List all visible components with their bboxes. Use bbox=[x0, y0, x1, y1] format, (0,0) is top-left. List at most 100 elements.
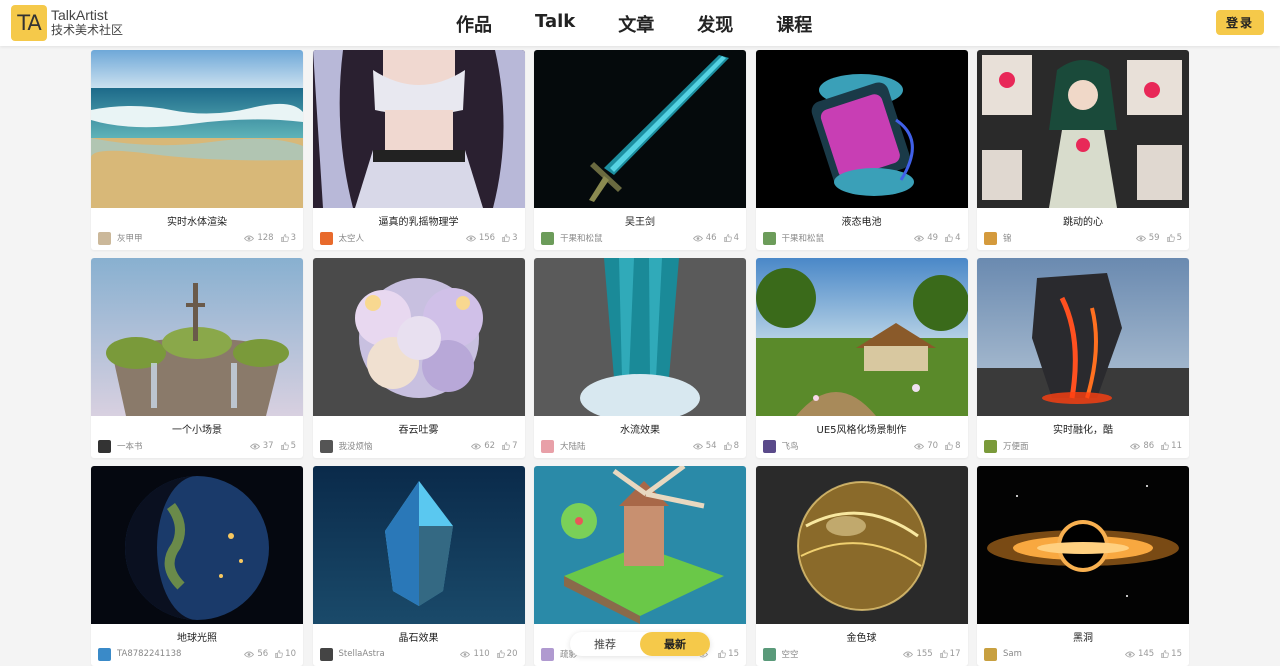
author-avatar[interactable] bbox=[541, 439, 554, 453]
work-thumbnail[interactable] bbox=[755, 466, 968, 624]
author-avatar[interactable] bbox=[762, 231, 776, 245]
work-card[interactable]: 吴王剑 干果和松鼠 46 4 bbox=[534, 50, 746, 250]
work-card[interactable]: 黑洞 Sam 145 15 bbox=[977, 466, 1189, 666]
works-grid: 实时水体渲染 灰甲甲 128 3 逼真的乳摇物理学 太空人 156 3 吴王剑 干果和松鼠 46 4 液… bbox=[91, 50, 1189, 666]
work-title[interactable]: 跳动的心 bbox=[977, 217, 1189, 229]
work-thumbnail[interactable] bbox=[312, 50, 525, 208]
work-card[interactable]: 实时融化，酷 万便面 86 11 bbox=[977, 258, 1189, 458]
view-count-icon bbox=[460, 651, 471, 657]
author-avatar[interactable] bbox=[319, 231, 333, 245]
like-count: 5 bbox=[290, 441, 296, 451]
author-avatar[interactable] bbox=[98, 231, 111, 245]
author-name[interactable]: 万便面 bbox=[1003, 440, 1130, 452]
work-thumbnail[interactable] bbox=[977, 50, 1189, 208]
work-title[interactable]: 金色球 bbox=[756, 633, 968, 645]
work-card[interactable]: 逼真的乳摇物理学太空人 156 3 bbox=[312, 50, 525, 250]
author-avatar[interactable] bbox=[98, 647, 111, 661]
work-title[interactable]: 一个小场景 bbox=[91, 425, 303, 437]
view-count-icon bbox=[1124, 651, 1135, 657]
work-title[interactable]: 水流效果 bbox=[534, 425, 746, 437]
author-avatar[interactable] bbox=[319, 439, 333, 453]
author-name[interactable]: 太空人 bbox=[339, 232, 466, 244]
author-name[interactable]: 飞鸟 bbox=[782, 440, 915, 452]
thumbs-up-icon bbox=[945, 234, 953, 242]
work-thumbnail[interactable] bbox=[977, 258, 1189, 416]
author-name[interactable]: 灰甲甲 bbox=[117, 232, 244, 244]
work-title[interactable]: UE5风格化场景制作 bbox=[756, 425, 968, 437]
logo-subtitle: 技术美术社区 bbox=[51, 23, 124, 37]
work-card[interactable]: 实时水体渲染 灰甲甲 128 3 bbox=[91, 50, 303, 250]
author-name[interactable]: 干果和松鼠 bbox=[560, 232, 693, 244]
author-avatar[interactable] bbox=[762, 439, 776, 453]
work-card[interactable]: 地球光照 TA8782241138 56 10 bbox=[91, 466, 303, 666]
work-thumbnail[interactable] bbox=[312, 466, 525, 624]
work-card[interactable]: 跳动的心锦 59 5 bbox=[977, 50, 1189, 250]
work-thumbnail[interactable] bbox=[755, 50, 968, 208]
nav-works[interactable]: 作品 bbox=[456, 11, 492, 37]
work-title[interactable]: 黑洞 bbox=[977, 633, 1189, 645]
author-avatar[interactable] bbox=[319, 647, 333, 661]
nav-courses[interactable]: 课程 bbox=[776, 11, 812, 37]
author-name[interactable]: 我没烦恼 bbox=[339, 440, 472, 452]
author-name[interactable]: Sam bbox=[1003, 649, 1125, 659]
work-card[interactable]: 金色球 空空 155 17 bbox=[755, 466, 968, 666]
nav-articles[interactable]: 文章 bbox=[618, 11, 654, 37]
work-card[interactable]: 液态电池 干果和松鼠 49 4 bbox=[755, 50, 968, 250]
work-thumbnail[interactable] bbox=[91, 258, 303, 416]
work-title[interactable]: 晶石效果 bbox=[313, 633, 525, 645]
work-card[interactable]: 晶石效果 StellaAstra 110 20 bbox=[312, 466, 525, 666]
author-name[interactable]: 锦 bbox=[1003, 232, 1136, 244]
work-thumbnail[interactable] bbox=[977, 466, 1189, 624]
author-avatar[interactable] bbox=[762, 647, 776, 661]
author-avatar[interactable] bbox=[984, 439, 997, 453]
like-count: 8 bbox=[733, 441, 739, 451]
author-avatar[interactable] bbox=[541, 647, 554, 661]
site-logo[interactable]: TA TalkArtist 技术美术社区 bbox=[11, 5, 123, 41]
work-title[interactable]: 逼真的乳摇物理学 bbox=[313, 217, 525, 229]
work-title[interactable]: 吴王剑 bbox=[534, 217, 746, 229]
login-button[interactable]: 登录 bbox=[1216, 10, 1264, 35]
author-avatar[interactable] bbox=[984, 231, 997, 245]
nav-discover[interactable]: 发现 bbox=[697, 11, 733, 37]
work-thumbnail[interactable] bbox=[91, 50, 303, 208]
thumbs-up-icon bbox=[718, 650, 726, 658]
author-name[interactable]: 大陆陆 bbox=[560, 440, 693, 452]
work-card[interactable]: 水流效果 大陆陆 54 8 bbox=[534, 258, 746, 458]
work-title[interactable]: 液态电池 bbox=[756, 217, 968, 229]
toggle-recommended[interactable]: 推荐 bbox=[570, 632, 640, 656]
view-count: 128 bbox=[257, 233, 274, 243]
work-meta: 灰甲甲 128 3 bbox=[91, 231, 303, 245]
work-thumbnail[interactable] bbox=[534, 50, 746, 208]
author-name[interactable]: TA8782241138 bbox=[117, 649, 244, 659]
view-count-icon bbox=[914, 443, 925, 449]
work-title[interactable]: 实时融化，酷 bbox=[977, 425, 1189, 437]
work-title[interactable]: 地球光照 bbox=[91, 633, 303, 645]
author-avatar[interactable] bbox=[541, 231, 554, 245]
work-title[interactable]: 吞云吐雾 bbox=[313, 425, 525, 437]
view-count-icon bbox=[244, 235, 255, 241]
work-card[interactable]: UE5风格化场景制作 飞鸟 70 8 bbox=[755, 258, 968, 458]
work-thumbnail[interactable] bbox=[755, 258, 968, 416]
work-card[interactable]: 吞云吐雾 我没烦恼 62 7 bbox=[312, 258, 525, 458]
author-name[interactable]: StellaAstra bbox=[339, 649, 461, 659]
author-name[interactable]: 干果和松鼠 bbox=[782, 232, 915, 244]
toggle-latest[interactable]: 最新 bbox=[640, 632, 710, 656]
author-avatar[interactable] bbox=[984, 647, 997, 661]
work-stats: 56 10 bbox=[244, 649, 296, 659]
work-thumbnail[interactable] bbox=[534, 258, 746, 416]
author-name[interactable]: 一本书 bbox=[117, 440, 250, 452]
work-stats: 156 3 bbox=[465, 233, 518, 243]
author-avatar[interactable] bbox=[98, 439, 111, 453]
work-thumbnail[interactable] bbox=[534, 466, 746, 624]
view-count: 110 bbox=[473, 649, 490, 659]
thumbs-up-icon bbox=[280, 442, 289, 450]
view-count: 37 bbox=[262, 441, 274, 451]
work-card[interactable]: 一个小场景一本书 37 5 bbox=[91, 258, 303, 458]
author-name[interactable]: 空空 bbox=[782, 648, 904, 660]
like-count: 10 bbox=[285, 649, 296, 659]
work-title[interactable]: 实时水体渲染 bbox=[91, 217, 303, 229]
work-meta: 飞鸟 70 8 bbox=[756, 439, 968, 453]
nav-talk[interactable]: Talk bbox=[535, 11, 575, 37]
work-thumbnail[interactable] bbox=[91, 466, 303, 624]
work-thumbnail[interactable] bbox=[312, 258, 525, 416]
